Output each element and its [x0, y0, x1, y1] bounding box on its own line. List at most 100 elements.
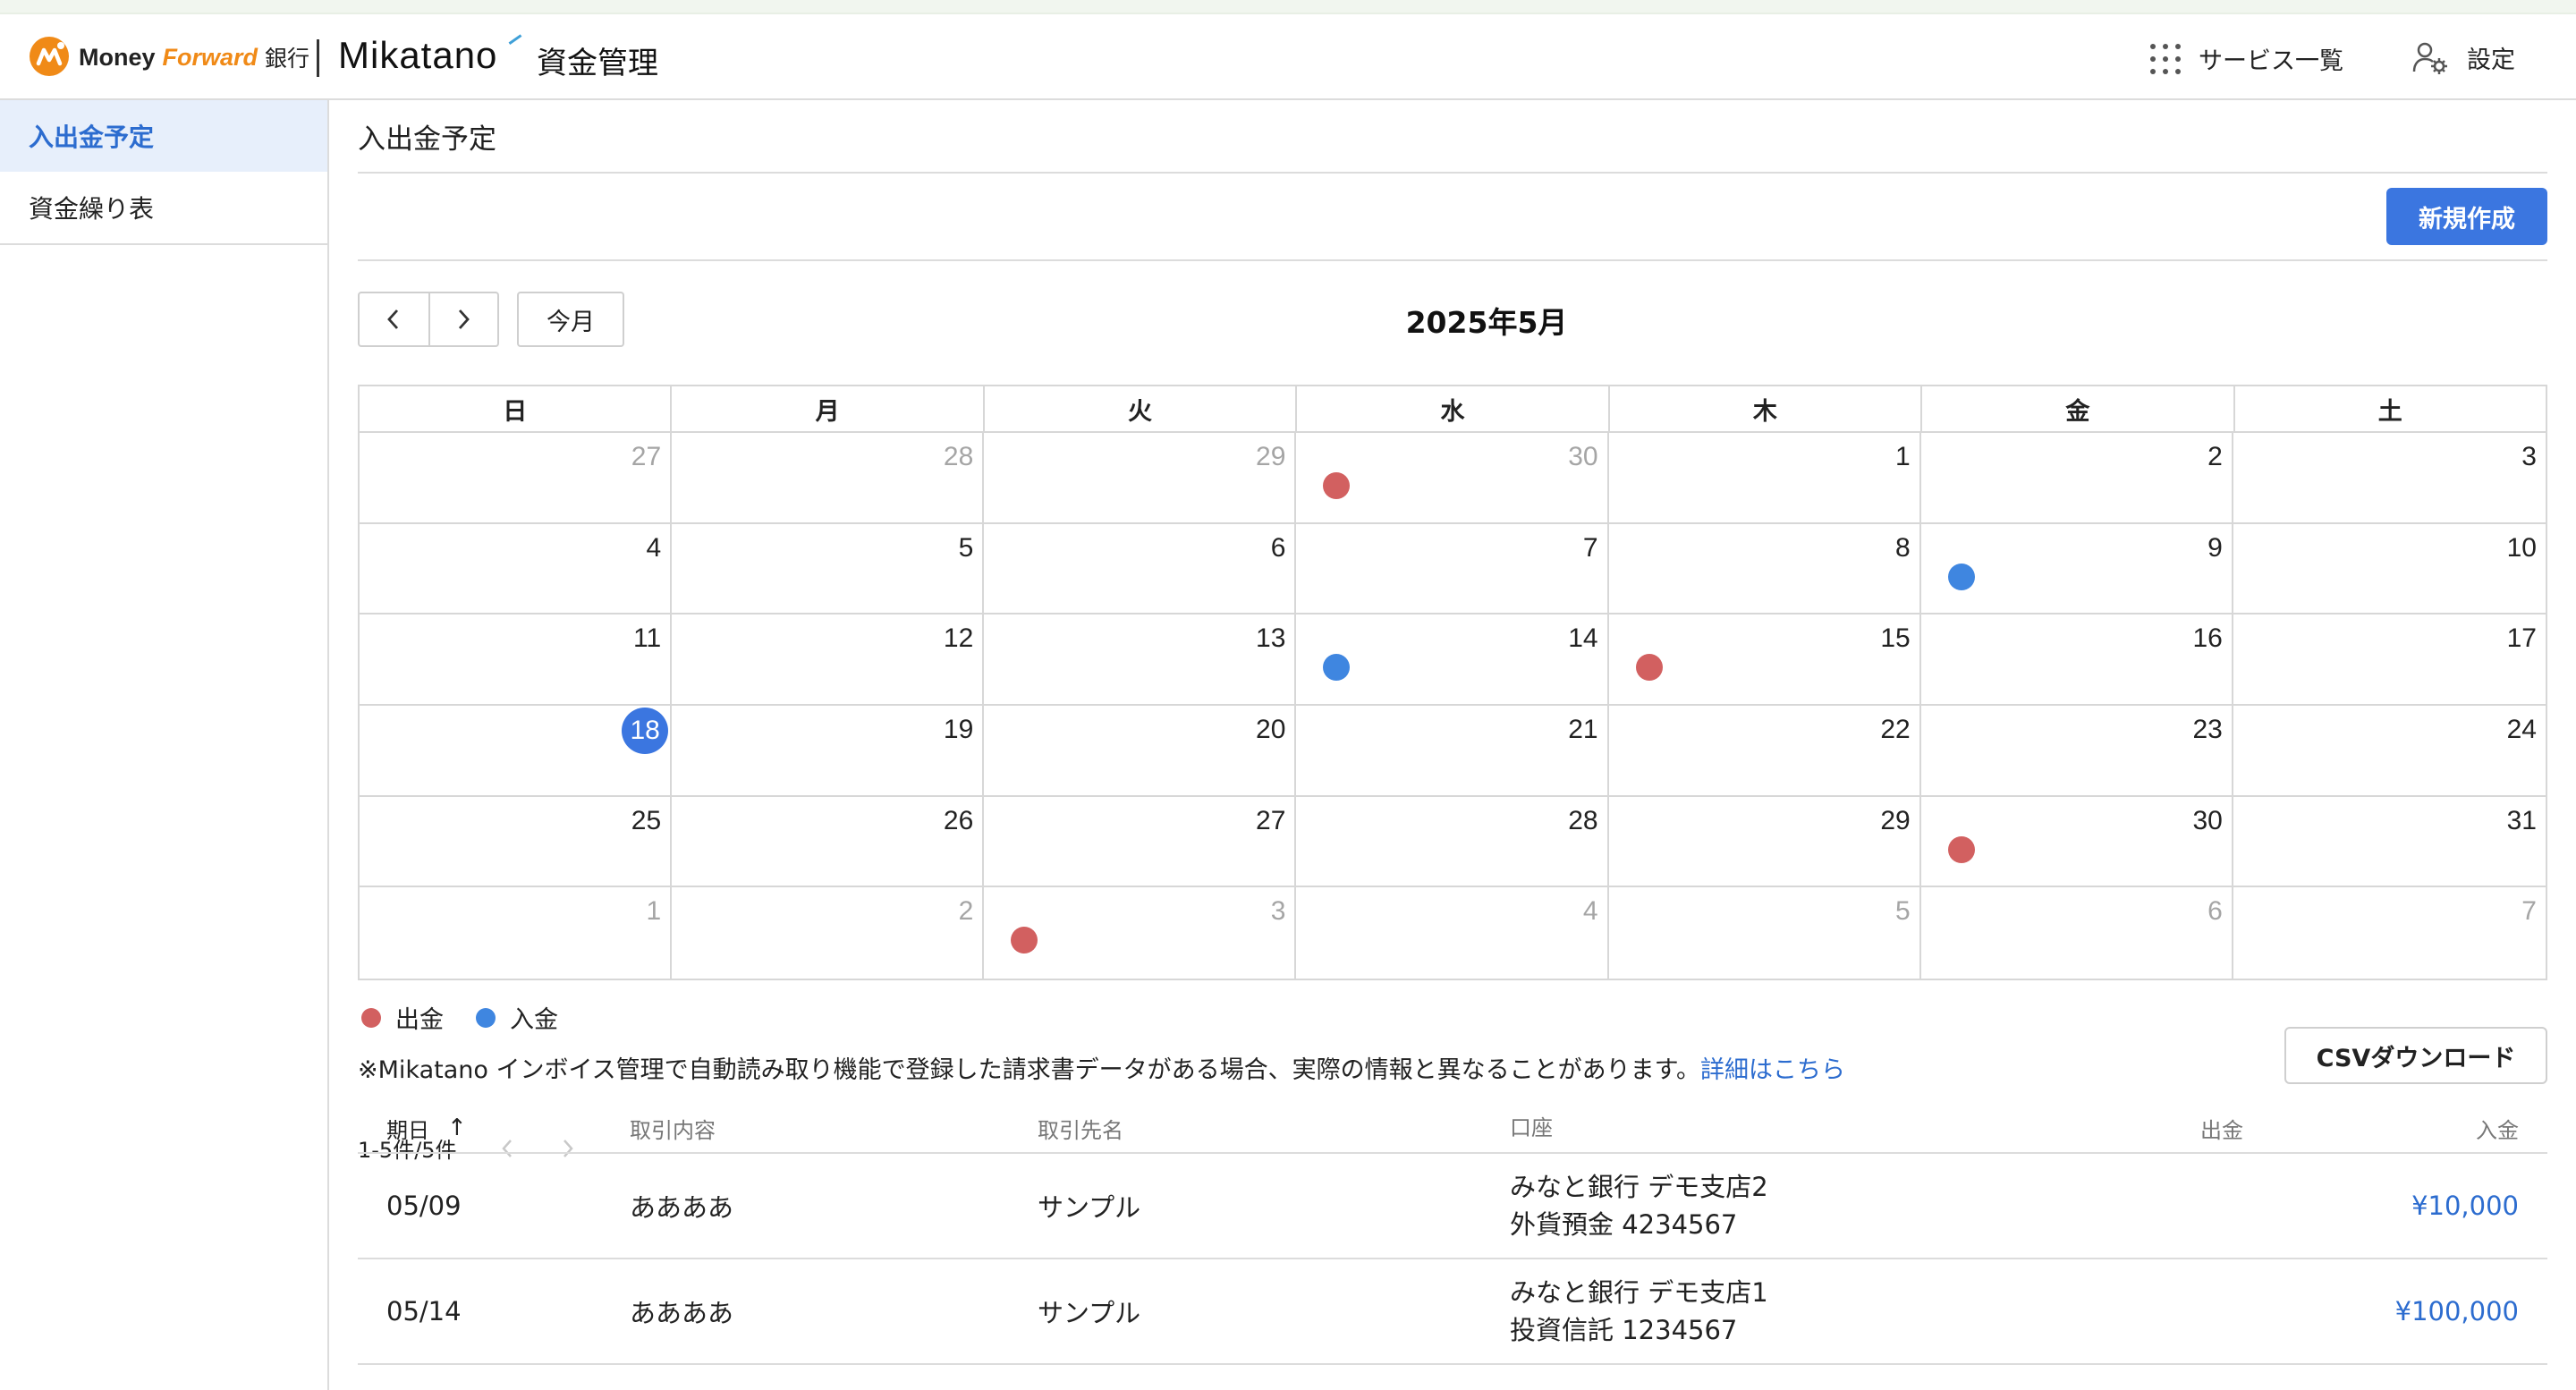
calendar-day[interactable]: 4: [1296, 887, 1609, 979]
services-menu-button[interactable]: サービス一覧: [2150, 41, 2343, 76]
day-number: 12: [943, 623, 974, 654]
day-number: 3: [1270, 896, 1286, 927]
row-description: ああああ: [630, 1298, 734, 1328]
sidebar: 入出金予定 資金繰り表: [0, 100, 329, 1390]
calendar-day[interactable]: 22: [1608, 705, 1921, 797]
weekday-thu: 木: [1607, 386, 1920, 431]
table-header: 期日 ↑ 取引内容 取引先名 口座 出金 入金: [358, 1104, 2547, 1154]
row-deposit: ¥10,000: [2411, 1191, 2519, 1221]
calendar-day[interactable]: 2: [672, 887, 985, 979]
day-number: 6: [2207, 896, 2223, 927]
sidebar-item-cashflow[interactable]: 資金繰り表: [0, 172, 327, 243]
calendar-day[interactable]: 24: [2233, 706, 2546, 797]
calendar-day[interactable]: 31: [2233, 797, 2546, 888]
calendar-day[interactable]: 13: [984, 614, 1297, 706]
day-number: 4: [646, 532, 662, 563]
calendar-day[interactable]: 21: [1296, 705, 1609, 797]
day-number: 5: [1895, 896, 1911, 927]
day-number: 14: [1568, 623, 1598, 654]
deposit-dot-icon: [1323, 654, 1351, 682]
withdrawal-dot-icon: [1635, 654, 1663, 682]
calendar-day[interactable]: 3: [2233, 433, 2546, 524]
row-account-number: 外貨預金 4234567: [1510, 1209, 1738, 1240]
calendar-day[interactable]: 14: [1296, 614, 1609, 706]
day-number: 4: [1582, 896, 1598, 927]
day-number: 28: [1568, 805, 1598, 835]
withdrawal-dot-icon: [1011, 927, 1038, 954]
calendar-day[interactable]: 6: [984, 523, 1297, 615]
calendar-day[interactable]: 11: [360, 614, 673, 706]
brand-bank: 銀行: [265, 47, 310, 72]
chevron-right-icon: [459, 309, 470, 329]
day-number: 1: [1895, 442, 1911, 471]
weekday-mon: 月: [670, 386, 982, 431]
column-partner: 取引先名: [1038, 1117, 1123, 1143]
day-number: 8: [1895, 532, 1911, 563]
weekday-tue: 火: [982, 386, 1295, 431]
brand-mikatano: Mikatano: [338, 34, 498, 76]
calendar-day[interactable]: 8: [1608, 523, 1921, 615]
calendar-day[interactable]: 1: [360, 887, 673, 979]
next-month-button[interactable]: [428, 293, 497, 345]
day-number: 2: [958, 896, 974, 927]
calendar-day[interactable]: 9: [1920, 523, 2233, 615]
day-number: 27: [631, 442, 662, 471]
notice-text: ※Mikatano インボイス管理で自動読み取り機能で登録した請求書データがある…: [358, 1056, 1700, 1084]
row-partner: サンプル: [1038, 1192, 1141, 1223]
calendar-day[interactable]: 27: [984, 796, 1297, 888]
details-link[interactable]: 詳細はこちら: [1700, 1056, 1845, 1084]
calendar-day[interactable]: 29: [984, 433, 1297, 524]
column-account: 口座: [1510, 1115, 1553, 1140]
this-month-button[interactable]: 今月: [517, 292, 624, 347]
prev-month-button[interactable]: [360, 293, 428, 345]
calendar-day[interactable]: 20: [984, 705, 1297, 797]
row-partner: サンプル: [1038, 1298, 1141, 1328]
calendar-day[interactable]: 1: [1608, 433, 1921, 524]
calendar-day[interactable]: 23: [1920, 705, 2233, 797]
csv-download-button[interactable]: CSVダウンロード: [2284, 1027, 2547, 1084]
day-number: 1: [646, 896, 662, 927]
column-date[interactable]: 期日 ↑: [386, 1104, 467, 1152]
calendar-grid: 27 28 29 30 1 2 3 4 5 6 7 8 9 10 11 12 13 14 15 16 17 18 19 20 2…: [360, 433, 2546, 979]
settings-button[interactable]: 設定: [2411, 39, 2515, 75]
day-number: 6: [1270, 532, 1286, 563]
calendar-day[interactable]: 25: [360, 796, 673, 888]
transactions-table: 期日 ↑ 取引内容 取引先名 口座 出金 入金 05/09 ああああ サンプル …: [358, 1104, 2547, 1365]
calendar-day[interactable]: 12: [672, 614, 985, 706]
day-number: 16: [2192, 623, 2223, 654]
calendar-day[interactable]: 3: [984, 887, 1297, 979]
calendar-day[interactable]: 30: [1296, 433, 1609, 524]
row-account-bank: みなと銀行 デモ支店2: [1510, 1172, 1768, 1202]
calendar-day[interactable]: 7: [2233, 887, 2546, 979]
calendar-day-today[interactable]: 18: [360, 705, 673, 797]
calendar-day[interactable]: 7: [1296, 523, 1609, 615]
calendar-day[interactable]: 28: [672, 433, 985, 524]
day-number: 19: [943, 714, 974, 744]
brand-divider: [317, 39, 319, 77]
calendar-day[interactable]: 28: [1296, 796, 1609, 888]
calendar-day[interactable]: 29: [1608, 796, 1921, 888]
calendar-day[interactable]: 26: [672, 796, 985, 888]
row-account: みなと銀行 デモ支店2 外貨預金 4234567: [1510, 1154, 1768, 1258]
calendar-day[interactable]: 16: [1920, 614, 2233, 706]
row-date: 05/09: [386, 1191, 462, 1221]
calendar-day[interactable]: 4: [360, 523, 673, 615]
calendar-day[interactable]: 27: [360, 433, 673, 524]
table-row[interactable]: 05/14 ああああ サンプル みなと銀行 デモ支店1 投資信託 1234567…: [358, 1259, 2547, 1365]
calendar-day[interactable]: 19: [672, 705, 985, 797]
legend-deposit-label: 入金: [510, 1006, 558, 1034]
calendar-day[interactable]: 10: [2233, 524, 2546, 615]
calendar-day[interactable]: 15: [1608, 614, 1921, 706]
calendar-day[interactable]: 5: [672, 523, 985, 615]
table-row[interactable]: 05/09 ああああ サンプル みなと銀行 デモ支店2 外貨預金 4234567…: [358, 1154, 2547, 1259]
calendar-day[interactable]: 17: [2233, 614, 2546, 706]
calendar-day[interactable]: 30: [1920, 796, 2233, 888]
new-create-button[interactable]: 新規作成: [2386, 188, 2547, 245]
day-number: 29: [1880, 805, 1911, 835]
deposit-dot-icon: [476, 1007, 496, 1028]
calendar-day[interactable]: 5: [1609, 887, 1921, 979]
sidebar-item-schedule[interactable]: 入出金予定: [0, 100, 327, 172]
day-number: 17: [2506, 623, 2537, 654]
calendar-day[interactable]: 6: [1921, 887, 2233, 979]
calendar-day[interactable]: 2: [1920, 433, 2233, 524]
